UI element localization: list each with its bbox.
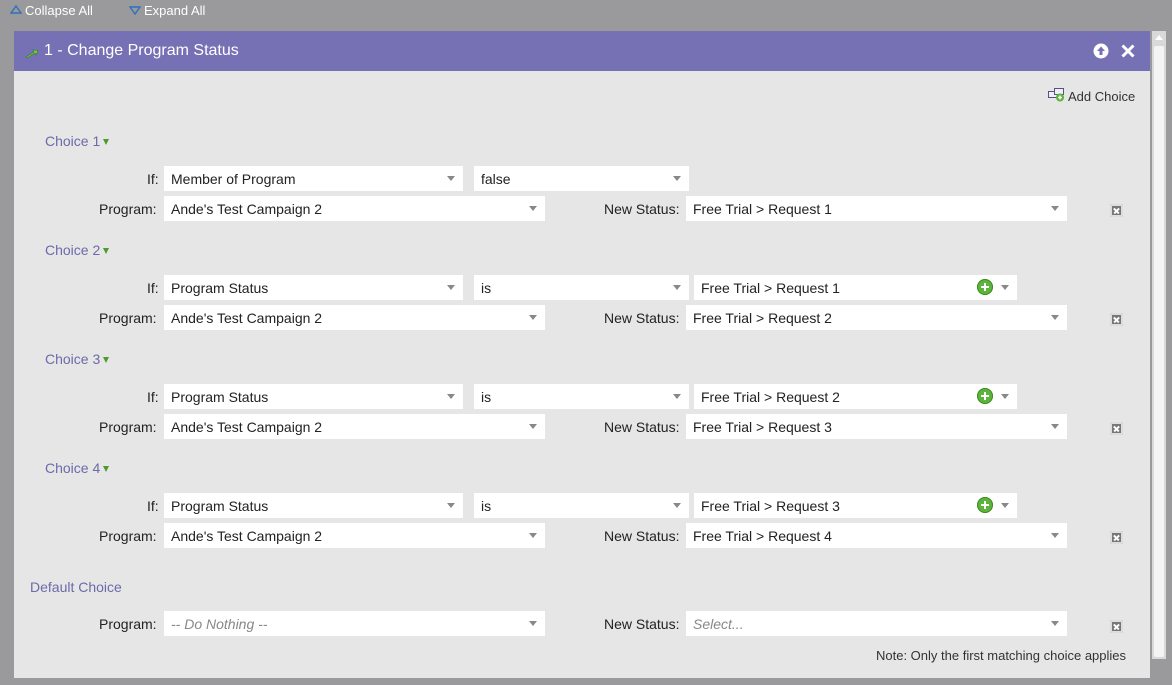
default-status-select[interactable]: Select... (686, 611, 1067, 636)
choice-label: Choice 2 (45, 242, 101, 258)
expand-all-button[interactable]: Expand All (128, 3, 206, 18)
program-select[interactable]: Ande's Test Campaign 2 (164, 196, 545, 221)
program-label: Program: (99, 616, 157, 632)
program-label: Program: (99, 201, 157, 217)
add-choice-icon (1048, 88, 1066, 105)
delete-icon[interactable] (1110, 313, 1123, 326)
close-icon[interactable] (1120, 43, 1136, 59)
scroll-up-icon[interactable] (1155, 35, 1163, 40)
triangle-down-icon (103, 466, 110, 472)
if-field-select[interactable]: Program Status (164, 384, 463, 409)
scrollbar-thumb[interactable] (1154, 46, 1164, 657)
flow-step-panel: 1 - Change Program Status Add Choice Cho… (14, 31, 1150, 678)
new-status-select[interactable]: Free Trial > Request 1 (686, 196, 1067, 221)
program-select[interactable]: Ande's Test Campaign 2 (164, 305, 545, 330)
if-field-select[interactable]: Program Status (164, 275, 463, 300)
toolbar: Collapse All Expand All (0, 0, 1172, 24)
add-icon[interactable] (977, 388, 993, 404)
choice-3-title[interactable]: Choice 3 (45, 351, 110, 367)
program-select[interactable]: Ande's Test Campaign 2 (164, 414, 545, 439)
delete-icon[interactable] (1110, 204, 1123, 217)
add-icon[interactable] (977, 279, 993, 295)
program-label: Program: (99, 419, 157, 435)
choice-label: Choice 4 (45, 460, 101, 476)
new-status-select[interactable]: Free Trial > Request 3 (686, 414, 1067, 439)
new-status-label: New Status: (604, 616, 680, 632)
panel-header: 1 - Change Program Status (14, 31, 1150, 71)
collapse-all-button[interactable]: Collapse All (9, 3, 93, 18)
add-choice-button[interactable]: Add Choice (1048, 88, 1135, 105)
choice-label: Default Choice (30, 579, 122, 595)
choice-4-title[interactable]: Choice 4 (45, 460, 110, 476)
choice-label: Choice 1 (45, 133, 101, 149)
if-value-select[interactable]: Free Trial > Request 3 (694, 493, 1017, 518)
choice-label: Choice 3 (45, 351, 101, 367)
if-operator-select[interactable]: is (474, 384, 689, 409)
note-text: Note: Only the first matching choice app… (876, 648, 1127, 663)
if-label: If: (147, 171, 159, 187)
expand-all-label: Expand All (144, 3, 206, 18)
if-value-select[interactable]: Free Trial > Request 1 (694, 275, 1017, 300)
triangle-down-icon (103, 248, 110, 254)
move-up-icon[interactable] (1093, 43, 1109, 59)
expand-icon (128, 3, 142, 18)
choice-1-title[interactable]: Choice 1 (45, 133, 110, 149)
panel-title: 1 - Change Program Status (44, 42, 239, 59)
new-status-select[interactable]: Free Trial > Request 4 (686, 523, 1067, 548)
delete-icon[interactable] (1110, 620, 1123, 633)
if-operator-select[interactable]: is (474, 493, 689, 518)
new-status-label: New Status: (604, 419, 680, 435)
default-choice-title: Default Choice (30, 579, 122, 595)
if-field-select[interactable]: Program Status (164, 493, 463, 518)
if-operator-select[interactable]: is (474, 275, 689, 300)
if-value-select[interactable]: Free Trial > Request 2 (694, 384, 1017, 409)
flow-step-icon (25, 46, 39, 62)
add-choice-label: Add Choice (1068, 89, 1136, 104)
new-status-label: New Status: (604, 310, 680, 326)
if-label: If: (147, 389, 159, 405)
if-label: If: (147, 498, 159, 514)
collapse-icon (9, 3, 23, 18)
choice-2-title[interactable]: Choice 2 (45, 242, 110, 258)
delete-icon[interactable] (1110, 422, 1123, 435)
default-program-select[interactable]: -- Do Nothing -- (164, 611, 545, 636)
new-status-label: New Status: (604, 201, 680, 217)
new-status-label: New Status: (604, 528, 680, 544)
collapse-all-label: Collapse All (25, 3, 93, 18)
if-operator-select[interactable]: false (474, 166, 689, 191)
triangle-down-icon (103, 139, 110, 145)
new-status-select[interactable]: Free Trial > Request 2 (686, 305, 1067, 330)
program-label: Program: (99, 310, 157, 326)
program-select[interactable]: Ande's Test Campaign 2 (164, 523, 545, 548)
if-field-select[interactable]: Member of Program (164, 166, 463, 191)
scrollbar[interactable] (1152, 31, 1166, 659)
if-label: If: (147, 280, 159, 296)
program-label: Program: (99, 528, 157, 544)
add-icon[interactable] (977, 497, 993, 513)
triangle-down-icon (103, 357, 110, 363)
delete-icon[interactable] (1110, 531, 1123, 544)
